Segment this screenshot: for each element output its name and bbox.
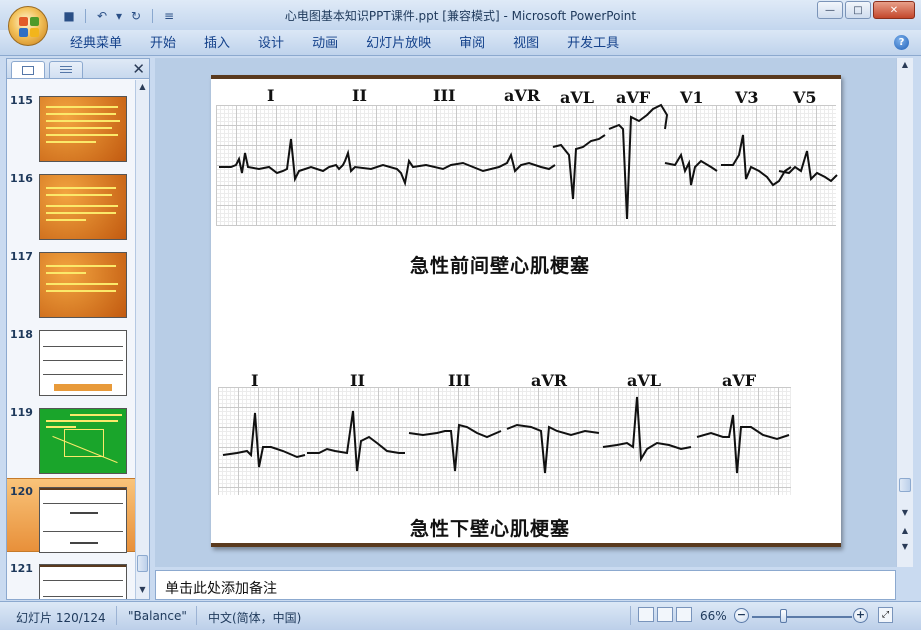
panel-scrollbar[interactable]: ▲ ▼ <box>135 80 149 599</box>
outline-view-icon <box>60 65 72 75</box>
slides-panel: ✕ 115 116 117 118 119 120 121 ▲ ▼ <box>6 58 150 600</box>
slide-thumbnail-row[interactable]: 121 <box>7 556 135 599</box>
tab-slideshow[interactable]: 幻灯片放映 <box>352 35 445 53</box>
notes-placeholder: 单击此处添加备注 <box>165 581 277 597</box>
slide-thumbnail-list: 115 116 117 118 119 120 121 <box>7 80 135 599</box>
next-slide-icon[interactable]: ▼ <box>897 540 913 554</box>
window-title: 心电图基本知识PPT课件.ppt [兼容模式] - Microsoft Powe… <box>284 9 637 23</box>
panel-tabs: ✕ <box>7 59 149 79</box>
slide-number: 121 <box>10 562 33 575</box>
scroll-down-icon[interactable]: ▼ <box>897 506 913 520</box>
tab-outline[interactable] <box>49 61 83 78</box>
scroll-up-icon[interactable]: ▲ <box>897 58 913 72</box>
status-separator <box>116 606 117 625</box>
slide-thumbnail-row[interactable]: 115 <box>7 88 135 162</box>
tab-home[interactable]: 开始 <box>136 35 190 53</box>
tab-review[interactable]: 审阅 <box>445 35 499 53</box>
slide-thumbnail[interactable] <box>39 564 127 599</box>
language-indicator[interactable]: 中文(简体，中国) <box>208 609 301 626</box>
slide-thumbnail-row[interactable]: 117 <box>7 244 135 318</box>
normal-view-icon[interactable] <box>638 607 654 622</box>
slide-number: 116 <box>10 172 33 185</box>
slide-number: 119 <box>10 406 33 419</box>
zoom-slider[interactable] <box>752 616 852 618</box>
scroll-up-icon[interactable]: ▲ <box>136 80 149 94</box>
slide-thumbnail-row-selected[interactable]: 120 <box>7 478 135 553</box>
slide-number: 120 <box>10 485 33 498</box>
scrollbar-thumb[interactable] <box>899 478 911 492</box>
ecg-trace-inferior <box>222 396 790 474</box>
zoom-in-button[interactable]: + <box>853 608 868 623</box>
previous-slide-icon[interactable]: ▲ <box>897 524 913 538</box>
slide-bottom-border <box>211 543 841 547</box>
ribbon-tabs: 经典菜单 开始 插入 设计 动画 幻灯片放映 审阅 视图 开发工具 <box>56 35 633 53</box>
status-bar: 幻灯片 120/124 "Balance" 中文(简体，中国) 66% − + … <box>0 601 921 630</box>
slide-number: 117 <box>10 250 33 263</box>
tab-design[interactable]: 设计 <box>244 35 298 53</box>
scrollbar-thumb[interactable] <box>137 555 148 572</box>
theme-name[interactable]: "Balance" <box>128 609 187 623</box>
slide-number: 118 <box>10 328 33 341</box>
slide-counter: 幻灯片 120/124 <box>16 611 106 625</box>
slide-thumbnail[interactable] <box>39 330 127 396</box>
zoom-level[interactable]: 66% <box>700 609 727 623</box>
tab-view[interactable]: 视图 <box>499 35 553 53</box>
slide-thumbnail[interactable] <box>39 174 127 240</box>
zoom-slider-knob[interactable] <box>780 609 787 623</box>
editor-scrollbar[interactable]: ▲ ▼ ▲ ▼ <box>896 58 913 567</box>
office-logo-icon <box>19 17 39 37</box>
scroll-down-icon[interactable]: ▼ <box>136 583 149 597</box>
tab-slides[interactable] <box>11 61 45 78</box>
title-bar: ■ ↶ ▾ ↻ ≡ 心电图基本知识PPT课件.ppt [兼容模式] - Micr… <box>0 0 921 46</box>
slideshow-icon[interactable] <box>676 607 692 622</box>
fit-to-window-icon[interactable]: ⤢ <box>878 607 893 623</box>
tab-classic-menu[interactable]: 经典菜单 <box>56 35 136 53</box>
close-panel-icon[interactable]: ✕ <box>132 60 145 78</box>
slide-thumbnail[interactable] <box>39 408 127 474</box>
tab-insert[interactable]: 插入 <box>190 35 244 53</box>
slide-thumbnail-row[interactable]: 118 <box>7 322 135 396</box>
maximize-button[interactable]: □ <box>845 1 871 19</box>
slide-thumbnail-row[interactable]: 116 <box>7 166 135 240</box>
window-controls: — □ ✕ <box>817 1 915 19</box>
slide-editing-area: I II III aVR aVL aVF V1 V3 V5 急性前间壁心肌梗塞 … <box>155 58 896 567</box>
status-separator <box>196 606 197 625</box>
slide-thumbnail[interactable] <box>39 96 127 162</box>
zoom-out-button[interactable]: − <box>734 608 749 623</box>
office-button[interactable] <box>8 6 48 46</box>
tab-animations[interactable]: 动画 <box>298 35 352 53</box>
close-button[interactable]: ✕ <box>873 1 915 19</box>
slide-thumbnail-row[interactable]: 119 <box>7 400 135 474</box>
minimize-button[interactable]: — <box>817 1 843 19</box>
slides-view-icon <box>22 65 34 75</box>
notes-pane[interactable]: 单击此处添加备注 <box>155 570 896 600</box>
caption-inferior-mi: 急性下壁心肌梗塞 <box>410 518 571 540</box>
slide-number: 115 <box>10 94 33 107</box>
status-separator <box>630 606 631 625</box>
tab-developer[interactable]: 开发工具 <box>553 35 633 53</box>
slide-thumbnail[interactable] <box>39 487 127 553</box>
slide-sorter-icon[interactable] <box>657 607 673 622</box>
slide-thumbnail[interactable] <box>39 252 127 318</box>
ribbon: 经典菜单 开始 插入 设计 动画 幻灯片放映 审阅 视图 开发工具 ? <box>0 30 921 56</box>
current-slide[interactable]: I II III aVR aVL aVF V1 V3 V5 急性前间壁心肌梗塞 … <box>211 75 841 547</box>
help-icon[interactable]: ? <box>894 35 909 50</box>
